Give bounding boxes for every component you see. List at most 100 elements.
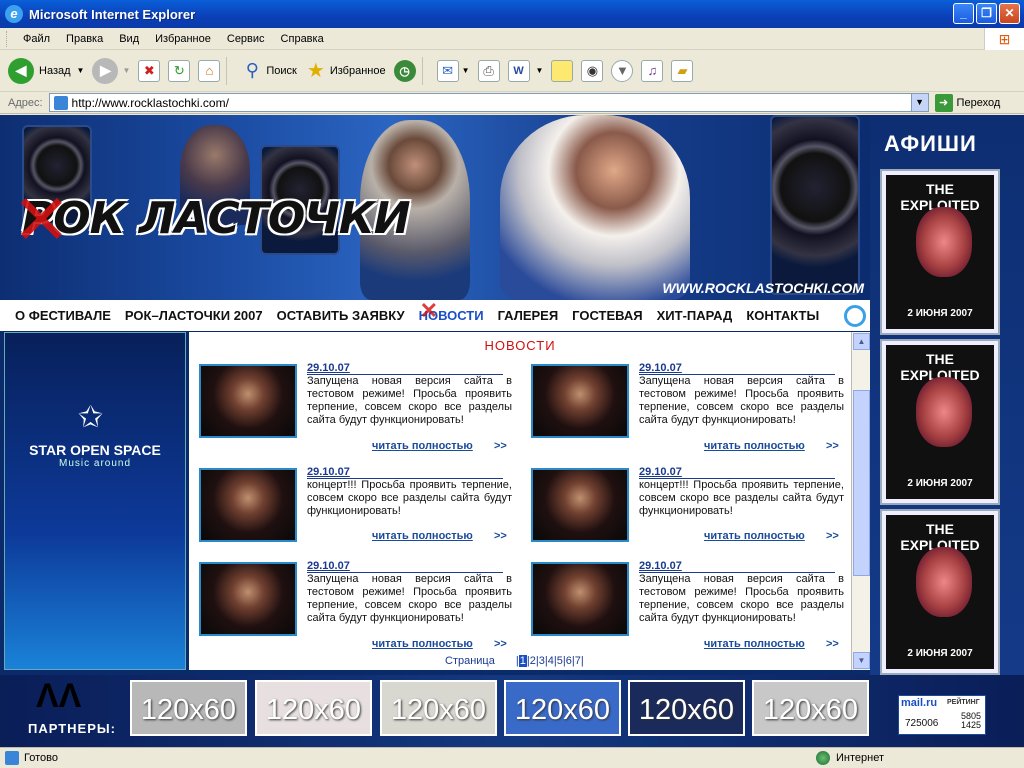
- partner-banner[interactable]: 120x60: [130, 680, 247, 736]
- read-more-link[interactable]: читать полностью: [372, 638, 473, 650]
- page-link[interactable]: 1: [518, 655, 527, 667]
- news-thumbnail[interactable]: [531, 364, 629, 438]
- nav-apply[interactable]: ОСТАВИТЬ ЗАЯВКУ: [270, 308, 412, 323]
- address-input[interactable]: http://www.rocklastochki.com/ ▼: [48, 93, 929, 112]
- home-button[interactable]: ⌂: [198, 59, 221, 82]
- back-dropdown-icon[interactable]: ▼: [77, 66, 85, 75]
- read-more-link[interactable]: читать полностью: [704, 638, 805, 650]
- menu-file[interactable]: Файл: [15, 33, 58, 45]
- close-button[interactable]: ✕: [999, 3, 1020, 24]
- nav-festival[interactable]: О ФЕСТИВАЛЕ: [8, 308, 118, 323]
- stop-button[interactable]: ✖: [138, 59, 161, 82]
- research-button[interactable]: ▼: [611, 59, 634, 82]
- history-button[interactable]: ◷: [393, 59, 416, 82]
- nav-rocklastochki-2007[interactable]: РОК–ЛАСТОЧКИ 2007: [118, 308, 270, 323]
- mailru-rating-counter[interactable]: mail.ru РЕЙТИНГ 725006 5805 1425: [898, 695, 986, 735]
- read-more-arrow[interactable]: >>: [826, 440, 839, 452]
- news-date[interactable]: 29.10.07: [639, 362, 835, 375]
- scroll-down-icon[interactable]: ▼: [853, 652, 870, 669]
- print-button[interactable]: ⎙: [477, 59, 500, 82]
- news-thumbnail[interactable]: [199, 562, 297, 636]
- page-link[interactable]: 6: [566, 655, 572, 667]
- partner-banner[interactable]: 120x60: [380, 680, 497, 736]
- news-thumbnail[interactable]: [199, 468, 297, 542]
- menu-grip: [6, 30, 9, 47]
- news-date[interactable]: 29.10.07: [307, 560, 503, 573]
- poster-card[interactable]: THE EXPLOITED 2 ИЮНЯ 2007: [882, 511, 998, 673]
- refresh-button[interactable]: ↻: [168, 59, 191, 82]
- page-link[interactable]: 3: [539, 655, 545, 667]
- news-thumbnail[interactable]: [531, 562, 629, 636]
- go-button[interactable]: Переход: [957, 97, 1001, 109]
- favorites-button[interactable]: ★ Избранное: [305, 60, 386, 82]
- poster-photo: [916, 207, 972, 277]
- news-date[interactable]: 29.10.07: [307, 466, 503, 479]
- partners-strip: ΛΛ ПАРТНЕРЫ: 120x60 120x60 120x60 120x60…: [0, 675, 1024, 747]
- folder-button[interactable]: ▰: [671, 59, 694, 82]
- go-arrow-icon[interactable]: ➜: [934, 93, 953, 112]
- read-more-arrow[interactable]: >>: [494, 440, 507, 452]
- news-scrollbar[interactable]: ▲ ▼: [851, 332, 870, 670]
- news-thumbnail[interactable]: [531, 468, 629, 542]
- search-button[interactable]: ⚲ Поиск: [241, 60, 297, 82]
- discuss-button[interactable]: [551, 59, 574, 82]
- partner-banner[interactable]: 120x60: [752, 680, 869, 736]
- nav-news[interactable]: НОВОСТИ: [412, 298, 491, 324]
- scroll-thumb[interactable]: [853, 390, 870, 576]
- partner-banner[interactable]: 120x60: [255, 680, 372, 736]
- maximize-button[interactable]: ❐: [976, 3, 997, 24]
- read-more-arrow[interactable]: >>: [494, 638, 507, 650]
- site-logo[interactable]: ✕ РОК ЛАСТОЧКИ: [12, 179, 411, 261]
- media-button[interactable]: ♫: [641, 59, 664, 82]
- read-more-arrow[interactable]: >>: [494, 530, 507, 542]
- logo-x-mark: ✕: [12, 179, 71, 261]
- page-link[interactable]: 4: [548, 655, 554, 667]
- mail-dropdown-icon[interactable]: ▼: [462, 66, 470, 75]
- page-icon: [5, 751, 19, 765]
- nav-hit-parade[interactable]: ХИТ-ПАРАД: [650, 308, 740, 323]
- print-icon: ⎙: [477, 59, 500, 82]
- title-bar: e Microsoft Internet Explorer _ ❐ ✕: [0, 0, 1024, 28]
- menu-favorites[interactable]: Избранное: [147, 33, 219, 45]
- nav-gallery[interactable]: ГАЛЕРЕЯ: [491, 308, 566, 323]
- page-link[interactable]: 5: [557, 655, 563, 667]
- partner-banner[interactable]: 120x60: [628, 680, 745, 736]
- news-date[interactable]: 29.10.07: [639, 560, 835, 573]
- page-link[interactable]: 2: [530, 655, 536, 667]
- address-dropdown-icon[interactable]: ▼: [910, 94, 928, 111]
- address-url[interactable]: http://www.rocklastochki.com/: [72, 96, 229, 110]
- menu-view[interactable]: Вид: [111, 33, 147, 45]
- news-thumbnail[interactable]: [199, 364, 297, 438]
- read-more-arrow[interactable]: >>: [826, 638, 839, 650]
- messenger-button[interactable]: ◉: [581, 59, 604, 82]
- read-more-arrow[interactable]: >>: [826, 530, 839, 542]
- menu-help[interactable]: Справка: [273, 33, 332, 45]
- menu-tools[interactable]: Сервис: [219, 33, 273, 45]
- rating-label: РЕЙТИНГ: [947, 699, 980, 706]
- nav-contacts[interactable]: КОНТАКТЫ: [739, 308, 826, 323]
- edit-dropdown-icon[interactable]: ▼: [536, 66, 544, 75]
- page-link[interactable]: 7: [575, 655, 581, 667]
- news-date[interactable]: 29.10.07: [307, 362, 503, 375]
- scroll-up-icon[interactable]: ▲: [853, 333, 870, 350]
- ad-title: STAR OPEN SPACE: [29, 442, 161, 458]
- read-more-link[interactable]: читать полностью: [372, 530, 473, 542]
- forward-button[interactable]: ▶ ▼: [92, 57, 130, 84]
- back-button[interactable]: ◀ Назад ▼: [8, 57, 85, 84]
- poster-card[interactable]: THE EXPLOITED 2 ИЮНЯ 2007: [882, 341, 998, 503]
- poster-card[interactable]: THE EXPLOITED 2 ИЮНЯ 2007: [882, 171, 998, 333]
- star-open-space-ad[interactable]: ✩ STAR OPEN SPACE Music around: [4, 332, 186, 670]
- news-item: 29.10.07 концерт!!! Просьба проявить тер…: [526, 464, 844, 559]
- menu-edit[interactable]: Правка: [58, 33, 111, 45]
- mail-button[interactable]: ✉ ▼: [436, 59, 470, 82]
- edit-button[interactable]: W ▼: [507, 59, 544, 82]
- nav-guestbook[interactable]: ГОСТЕВАЯ: [565, 308, 649, 323]
- minimize-button[interactable]: _: [953, 3, 974, 24]
- forward-dropdown-icon[interactable]: ▼: [122, 66, 130, 75]
- search-icon[interactable]: [844, 304, 866, 327]
- read-more-link[interactable]: читать полностью: [372, 440, 473, 452]
- read-more-link[interactable]: читать полностью: [704, 530, 805, 542]
- news-date[interactable]: 29.10.07: [639, 466, 835, 479]
- read-more-link[interactable]: читать полностью: [704, 440, 805, 452]
- partner-banner[interactable]: 120x60: [504, 680, 621, 736]
